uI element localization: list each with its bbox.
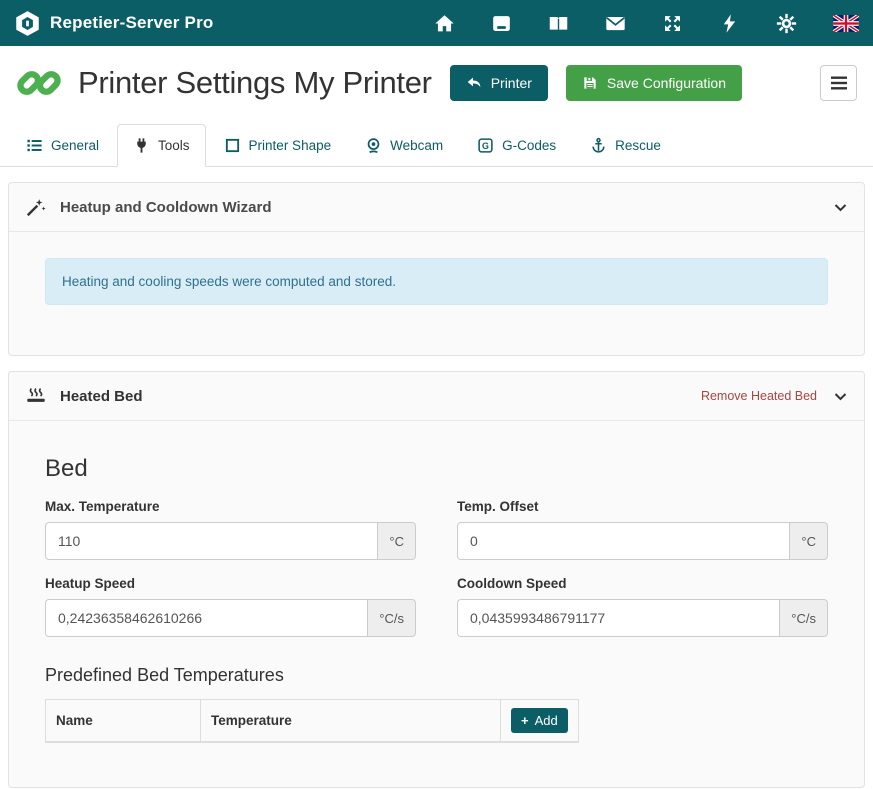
bolt-icon[interactable] (719, 13, 740, 34)
settings-tabs: General Tools Printer Shape Webcam G G-C… (0, 118, 873, 167)
tab-tools[interactable]: Tools (117, 124, 206, 167)
tab-printer-shape-label: Printer Shape (249, 138, 332, 153)
anchor-icon (590, 137, 607, 154)
heatup-speed-input[interactable] (45, 599, 367, 637)
navbar-icon-group (434, 13, 859, 34)
temp-offset-label: Temp. Offset (457, 499, 828, 514)
list-icon (26, 137, 43, 154)
heated-bed-panel-title: Heated Bed (60, 388, 143, 405)
max-temperature-input[interactable] (45, 522, 377, 560)
language-flag-icon[interactable] (833, 15, 859, 32)
wizard-panel-title: Heatup and Cooldown Wizard (60, 199, 272, 216)
heatup-speed-field-group: Heatup Speed °C/s (45, 576, 416, 637)
wizard-panel-body: Heating and cooling speeds were computed… (9, 232, 864, 355)
hamburger-icon (831, 76, 847, 90)
tab-gcodes[interactable]: G G-Codes (461, 124, 572, 167)
tab-general[interactable]: General (10, 124, 115, 167)
temp-offset-field-group: Temp. Offset °C (457, 499, 828, 560)
save-configuration-button[interactable]: Save Configuration (566, 65, 742, 101)
book-icon[interactable] (548, 13, 569, 34)
tab-webcam[interactable]: Webcam (349, 124, 459, 167)
tab-rescue-label: Rescue (615, 138, 661, 153)
chain-link-icon (16, 60, 62, 106)
collapse-chevron-icon[interactable] (833, 389, 848, 404)
table-header-name: Name (46, 700, 201, 743)
plug-icon (133, 137, 150, 154)
cooldown-speed-input[interactable] (457, 599, 779, 637)
tab-rescue[interactable]: Rescue (574, 124, 677, 167)
heated-bed-panel: Heated Bed Remove Heated Bed Bed Max. Te… (8, 371, 865, 788)
remove-heated-bed-link[interactable]: Remove Heated Bed (701, 389, 817, 403)
tab-gcodes-label: G-Codes (502, 138, 556, 153)
bed-field-grid: Max. Temperature °C Temp. Offset °C Heat… (45, 499, 828, 637)
top-navbar: Repetier-Server Pro (0, 0, 873, 46)
gcode-icon: G (477, 137, 494, 154)
save-button-label: Save Configuration (607, 75, 726, 91)
tab-printer-shape[interactable]: Printer Shape (208, 124, 348, 167)
heatup-speed-label: Heatup Speed (45, 576, 416, 591)
save-icon (582, 75, 598, 91)
heatup-speed-unit: °C/s (367, 599, 416, 637)
home-icon[interactable] (434, 13, 455, 34)
app-root: Repetier-Server Pro (0, 0, 873, 788)
max-temperature-field-group: Max. Temperature °C (45, 499, 416, 560)
plus-icon: + (521, 713, 529, 728)
printer-button-label: Printer (491, 75, 532, 91)
gear-icon[interactable] (776, 13, 797, 34)
add-button-label: Add (535, 713, 558, 728)
hamburger-menu-button[interactable] (820, 65, 857, 101)
heated-bed-panel-body: Bed Max. Temperature °C Temp. Offset °C (9, 421, 864, 787)
page-title: Printer Settings My Printer (78, 65, 432, 101)
collapse-chevron-icon[interactable] (833, 200, 848, 215)
wizard-panel: Heatup and Cooldown Wizard Heating and c… (8, 182, 865, 356)
page-header: Printer Settings My Printer Printer Save… (0, 46, 873, 118)
wizard-panel-header[interactable]: Heatup and Cooldown Wizard (9, 183, 864, 232)
back-arrow-icon (466, 75, 482, 91)
brand[interactable]: Repetier-Server Pro (14, 10, 213, 37)
webcam-icon (365, 137, 382, 154)
table-header-row: Name Temperature + Add (46, 700, 579, 743)
max-temperature-unit: °C (377, 522, 416, 560)
cooldown-speed-unit: °C/s (779, 599, 828, 637)
brand-name: Repetier-Server Pro (50, 13, 213, 33)
add-temperature-button[interactable]: + Add (511, 708, 568, 733)
tab-tools-label: Tools (158, 138, 190, 153)
temp-offset-unit: °C (789, 522, 828, 560)
expand-arrows-icon[interactable] (662, 13, 683, 34)
cooldown-speed-label: Cooldown Speed (457, 576, 828, 591)
square-outline-icon (224, 137, 241, 154)
printer-back-button[interactable]: Printer (450, 65, 548, 101)
predefined-temps-title: Predefined Bed Temperatures (45, 665, 828, 686)
cooldown-speed-field-group: Cooldown Speed °C/s (457, 576, 828, 637)
predefined-temps-table: Name Temperature + Add (45, 699, 579, 743)
heated-bed-panel-header[interactable]: Heated Bed Remove Heated Bed (9, 372, 864, 421)
table-header-temperature: Temperature (201, 700, 501, 743)
printer-icon[interactable] (491, 13, 512, 34)
envelope-icon[interactable] (605, 13, 626, 34)
info-alert: Heating and cooling speeds were computed… (45, 258, 828, 305)
max-temperature-label: Max. Temperature (45, 499, 416, 514)
tab-general-label: General (51, 138, 99, 153)
tab-webcam-label: Webcam (390, 138, 443, 153)
magic-wand-icon (25, 196, 47, 218)
repetier-logo-icon (14, 10, 41, 37)
heated-bed-icon (25, 385, 47, 407)
temp-offset-input[interactable] (457, 522, 789, 560)
bed-section-title: Bed (45, 455, 828, 483)
svg-text:G: G (482, 141, 489, 151)
